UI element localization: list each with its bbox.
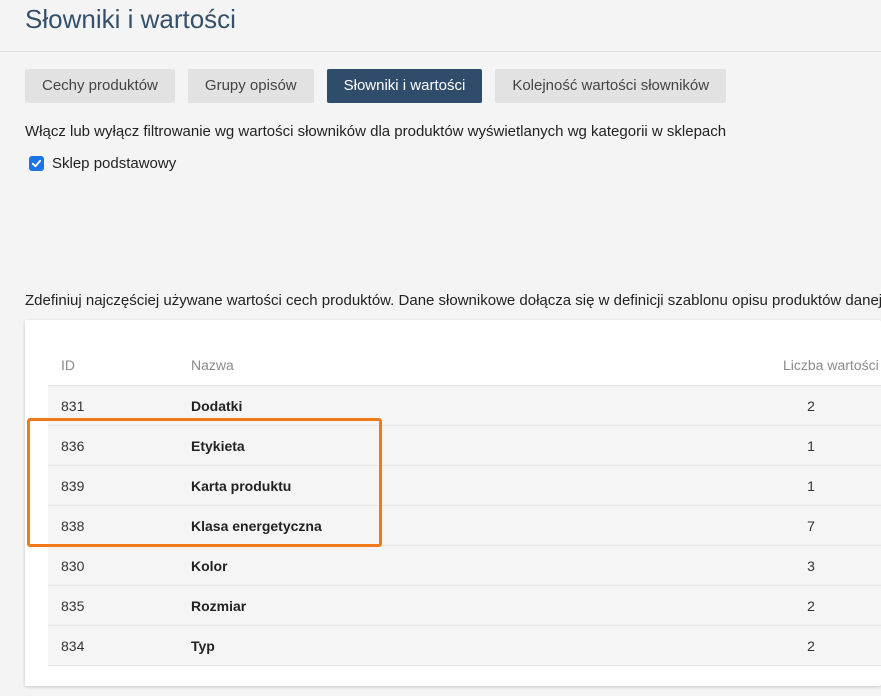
checkbox-checked-icon[interactable]	[29, 156, 44, 171]
row-id: 839	[61, 477, 85, 494]
row-count: 7	[807, 517, 815, 534]
dictionaries-table: ID Nazwa Liczba wartości 831 Dodatki 2 8…	[48, 345, 881, 666]
row-id: 831	[61, 397, 85, 414]
row-count: 2	[807, 397, 815, 414]
tab-grupy-opisow[interactable]: Grupy opisów	[187, 69, 314, 103]
column-header-count[interactable]: Liczba wartości	[741, 357, 881, 373]
row-id: 836	[61, 437, 85, 454]
row-count: 2	[807, 597, 815, 614]
row-count: 1	[807, 477, 815, 494]
row-name[interactable]: Karta produktu	[191, 478, 741, 494]
page-header: Słowniki i wartości	[0, 0, 881, 52]
dictionaries-table-card: ID Nazwa Liczba wartości 831 Dodatki 2 8…	[25, 320, 881, 686]
row-id: 834	[61, 637, 85, 654]
row-name[interactable]: Kolor	[191, 558, 741, 574]
column-header-name[interactable]: Nazwa	[191, 357, 741, 373]
row-name[interactable]: Etykieta	[191, 438, 741, 454]
shop-filter-option[interactable]: Sklep podstawowy	[29, 155, 176, 172]
row-name[interactable]: Typ	[191, 638, 741, 654]
filter-description: Włącz lub wyłącz filtrowanie wg wartości…	[25, 123, 727, 140]
row-name[interactable]: Klasa energetyczna	[191, 518, 741, 534]
row-count: 3	[807, 557, 815, 574]
table-row[interactable]: 831 Dodatki 2	[48, 386, 881, 426]
checkbox-label: Sklep podstawowy	[52, 155, 177, 172]
tab-bar: Cechy produktów Grupy opisów Słowniki i …	[25, 69, 727, 103]
row-name[interactable]: Rozmiar	[191, 598, 741, 614]
table-row[interactable]: 838 Klasa energetyczna 7	[48, 506, 881, 546]
table-row[interactable]: 839 Karta produktu 1	[48, 466, 881, 506]
table-row[interactable]: 836 Etykieta 1	[48, 426, 881, 466]
table-row[interactable]: 835 Rozmiar 2	[48, 586, 881, 626]
row-id: 835	[61, 597, 85, 614]
row-name[interactable]: Dodatki	[191, 398, 741, 414]
row-id: 838	[61, 517, 85, 534]
column-header-id[interactable]: ID	[48, 357, 191, 373]
table-row[interactable]: 830 Kolor 3	[48, 546, 881, 586]
dictionaries-description: Zdefiniuj najczęściej używane wartości c…	[25, 292, 881, 309]
tab-cechy-produktow[interactable]: Cechy produktów	[25, 69, 175, 103]
table-header: ID Nazwa Liczba wartości	[48, 345, 881, 386]
row-id: 830	[61, 557, 85, 574]
row-count: 1	[807, 437, 815, 454]
row-count: 2	[807, 637, 815, 654]
tab-slowniki-i-wartosci[interactable]: Słowniki i wartości	[326, 69, 483, 103]
tab-kolejnosc-wartosci[interactable]: Kolejność wartości słowników	[495, 69, 727, 103]
page-title: Słowniki i wartości	[25, 4, 236, 34]
table-row[interactable]: 834 Typ 2	[48, 626, 881, 666]
